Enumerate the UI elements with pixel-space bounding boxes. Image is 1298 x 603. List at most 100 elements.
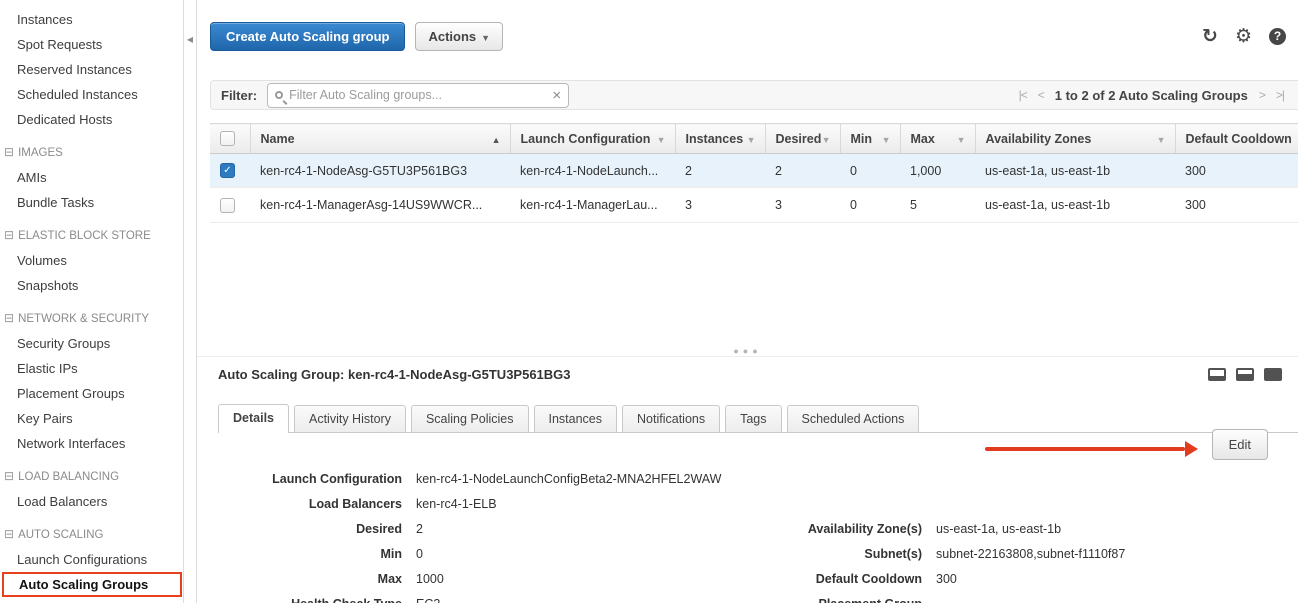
sidebar-item-key-pairs[interactable]: Key Pairs xyxy=(0,406,183,431)
column-header-desired[interactable]: Desired▼ xyxy=(765,124,840,154)
tab-tags[interactable]: Tags xyxy=(725,405,781,432)
cell-desired: 3 xyxy=(765,188,840,222)
sidebar-item-bundle-tasks[interactable]: Bundle Tasks xyxy=(0,190,183,215)
table-row[interactable]: ken-rc4-1-ManagerAsg-14US9WWCR... ken-rc… xyxy=(210,188,1298,222)
column-header-availability-zones[interactable]: Availability Zones▼ xyxy=(975,124,1175,154)
sidebar-item-spot-requests[interactable]: Spot Requests xyxy=(0,32,183,57)
sidebar-item-instances[interactable]: Instances xyxy=(0,7,183,32)
pane-layout-bottom-icon[interactable] xyxy=(1208,368,1226,381)
sort-icon: ▼ xyxy=(747,135,756,145)
last-page-button[interactable]: >| xyxy=(1276,88,1284,102)
auto-scaling-groups-table: Name▲ Launch Configuration▼ Instances▼ D… xyxy=(210,123,1298,223)
refresh-icon[interactable]: ↻ xyxy=(1202,25,1218,48)
cell-instances: 2 xyxy=(675,154,765,188)
tab-details[interactable]: Details xyxy=(218,404,289,433)
sidebar-item-volumes[interactable]: Volumes xyxy=(0,248,183,273)
tab-activity-history[interactable]: Activity History xyxy=(294,405,406,432)
section-collapse-icon: ⊟ xyxy=(4,527,14,541)
details-fields: Launch Configuration ken-rc4-1-NodeLaunc… xyxy=(218,472,1298,603)
tab-instances[interactable]: Instances xyxy=(534,405,618,432)
sidebar-item-amis[interactable]: AMIs xyxy=(0,165,183,190)
select-all-header[interactable] xyxy=(210,124,250,154)
sidebar-section-network-security[interactable]: ⊟NETWORK & SECURITY xyxy=(0,306,183,331)
field-label: Min xyxy=(218,547,402,561)
cell-default-cooldown: 300 xyxy=(1175,154,1298,188)
sidebar-item-snapshots[interactable]: Snapshots xyxy=(0,273,183,298)
help-icon[interactable]: ? xyxy=(1269,28,1286,45)
row-checkbox[interactable]: ✓ xyxy=(220,163,235,178)
column-label: Desired xyxy=(776,132,822,146)
main-content: Create Auto Scaling group Actions▼ ↻ ⚙ ?… xyxy=(197,0,1298,603)
sidebar-item-reserved-instances[interactable]: Reserved Instances xyxy=(0,57,183,82)
filter-search-box: × xyxy=(267,83,569,108)
sidebar-item-auto-scaling-groups[interactable]: Auto Scaling Groups xyxy=(2,572,182,597)
details-panel: Auto Scaling Group: ken-rc4-1-NodeAsg-G5… xyxy=(197,356,1298,603)
filter-label: Filter: xyxy=(221,88,257,103)
tab-scheduled-actions[interactable]: Scheduled Actions xyxy=(787,405,920,432)
cell-name: ken-rc4-1-ManagerAsg-14US9WWCR... xyxy=(250,188,510,222)
field-label: Placement Group xyxy=(737,597,922,603)
sidebar-item-elastic-ips[interactable]: Elastic IPs xyxy=(0,356,183,381)
cell-max: 1,000 xyxy=(900,154,975,188)
field-value: 2 xyxy=(416,522,423,536)
table-row[interactable]: ✓ ken-rc4-1-NodeAsg-G5TU3P561BG3 ken-rc4… xyxy=(210,154,1298,188)
column-header-name[interactable]: Name▲ xyxy=(250,124,510,154)
sidebar-item-security-groups[interactable]: Security Groups xyxy=(0,331,183,356)
actions-button[interactable]: Actions▼ xyxy=(415,22,503,51)
sidebar-item-scheduled-instances[interactable]: Scheduled Instances xyxy=(0,82,183,107)
sidebar-section-elastic-block-store[interactable]: ⊟ELASTIC BLOCK STORE xyxy=(0,223,183,248)
actions-button-label: Actions xyxy=(428,29,476,44)
filter-input[interactable] xyxy=(289,88,552,102)
sidebar-section-load-balancing[interactable]: ⊟LOAD BALANCING xyxy=(0,464,183,489)
sort-icon: ▼ xyxy=(882,135,891,145)
column-label: Instances xyxy=(686,132,744,146)
column-header-max[interactable]: Max▼ xyxy=(900,124,975,154)
sidebar-collapse-button[interactable]: ◀ xyxy=(184,28,196,52)
clear-filter-icon[interactable]: × xyxy=(552,88,561,103)
cell-default-cooldown: 300 xyxy=(1175,188,1298,222)
sidebar-section-label: NETWORK & SECURITY xyxy=(18,313,149,325)
sidebar-item-placement-groups[interactable]: Placement Groups xyxy=(0,381,183,406)
next-page-button[interactable]: > xyxy=(1259,88,1265,102)
tab-scaling-policies[interactable]: Scaling Policies xyxy=(411,405,529,432)
pane-layout-full-icon[interactable] xyxy=(1264,368,1282,381)
row-checkbox[interactable] xyxy=(220,198,235,213)
sort-icon: ▼ xyxy=(822,135,831,145)
sidebar-section-images[interactable]: ⊟IMAGES xyxy=(0,140,183,165)
field-value: 300 xyxy=(936,572,957,586)
field-label: Availability Zone(s) xyxy=(737,522,922,536)
sidebar-section-label: AUTO SCALING xyxy=(18,529,103,541)
column-header-default-cooldown[interactable]: Default Cooldown xyxy=(1175,124,1298,154)
annotation-arrow xyxy=(985,447,1185,451)
field-label: Load Balancers xyxy=(218,497,402,511)
sidebar-item-launch-configurations[interactable]: Launch Configurations xyxy=(0,547,183,572)
edit-button[interactable]: Edit xyxy=(1212,429,1268,460)
section-collapse-icon: ⊟ xyxy=(4,469,14,483)
field-label: Launch Configuration xyxy=(218,472,402,486)
field-value: 0 xyxy=(416,547,423,561)
sidebar-gutter: ◀ xyxy=(183,0,197,603)
sort-icon: ▼ xyxy=(1157,135,1166,145)
details-header: Auto Scaling Group: ken-rc4-1-NodeAsg-G5… xyxy=(218,367,1298,382)
gear-icon[interactable]: ⚙ xyxy=(1235,25,1252,48)
sidebar-item-network-interfaces[interactable]: Network Interfaces xyxy=(0,431,183,456)
field-label: Max xyxy=(218,572,402,586)
create-auto-scaling-group-button[interactable]: Create Auto Scaling group xyxy=(210,22,405,51)
sidebar-item-load-balancers[interactable]: Load Balancers xyxy=(0,489,183,514)
first-page-button[interactable]: |< xyxy=(1019,88,1027,102)
details-fields-left: Launch Configuration ken-rc4-1-NodeLaunc… xyxy=(218,472,723,603)
pane-layout-split-icon[interactable] xyxy=(1236,368,1254,381)
pane-resize-handle[interactable]: ●●● xyxy=(197,342,1298,354)
field-label: Subnet(s) xyxy=(737,547,922,561)
column-header-launch-configuration[interactable]: Launch Configuration▼ xyxy=(510,124,675,154)
sidebar-item-dedicated-hosts[interactable]: Dedicated Hosts xyxy=(0,107,183,132)
cell-instances: 3 xyxy=(675,188,765,222)
sidebar-section-auto-scaling[interactable]: ⊟ AUTO SCALING xyxy=(0,522,183,547)
previous-page-button[interactable]: < xyxy=(1038,88,1044,102)
tab-notifications[interactable]: Notifications xyxy=(622,405,720,432)
column-header-instances[interactable]: Instances▼ xyxy=(675,124,765,154)
ec2-console: Instances Spot Requests Reserved Instanc… xyxy=(0,0,1298,603)
select-all-checkbox[interactable] xyxy=(220,131,235,146)
column-header-min[interactable]: Min▼ xyxy=(840,124,900,154)
pagination-summary: 1 to 2 of 2 Auto Scaling Groups xyxy=(1055,88,1248,103)
